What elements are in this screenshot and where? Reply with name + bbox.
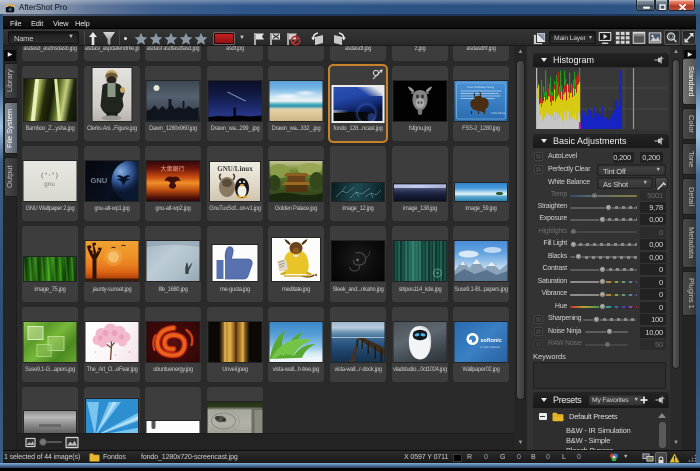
- svg-text:softonic: softonic: [481, 338, 502, 344]
- svg-text:GNU/Linux: GNU/Linux: [217, 165, 253, 173]
- svg-text:tu web software: tu web software: [481, 345, 501, 349]
- svg-text:Free Software Song: Free Software Song: [467, 85, 494, 89]
- svg-text:FSS tribute: FSS tribute: [492, 111, 506, 115]
- svg-text:大衆銀行: 大衆銀行: [161, 165, 185, 173]
- svg-text:(°·°): (°·°): [40, 172, 58, 179]
- svg-text:GNU: GNU: [90, 176, 107, 185]
- svg-text:gnu: gnu: [44, 181, 55, 188]
